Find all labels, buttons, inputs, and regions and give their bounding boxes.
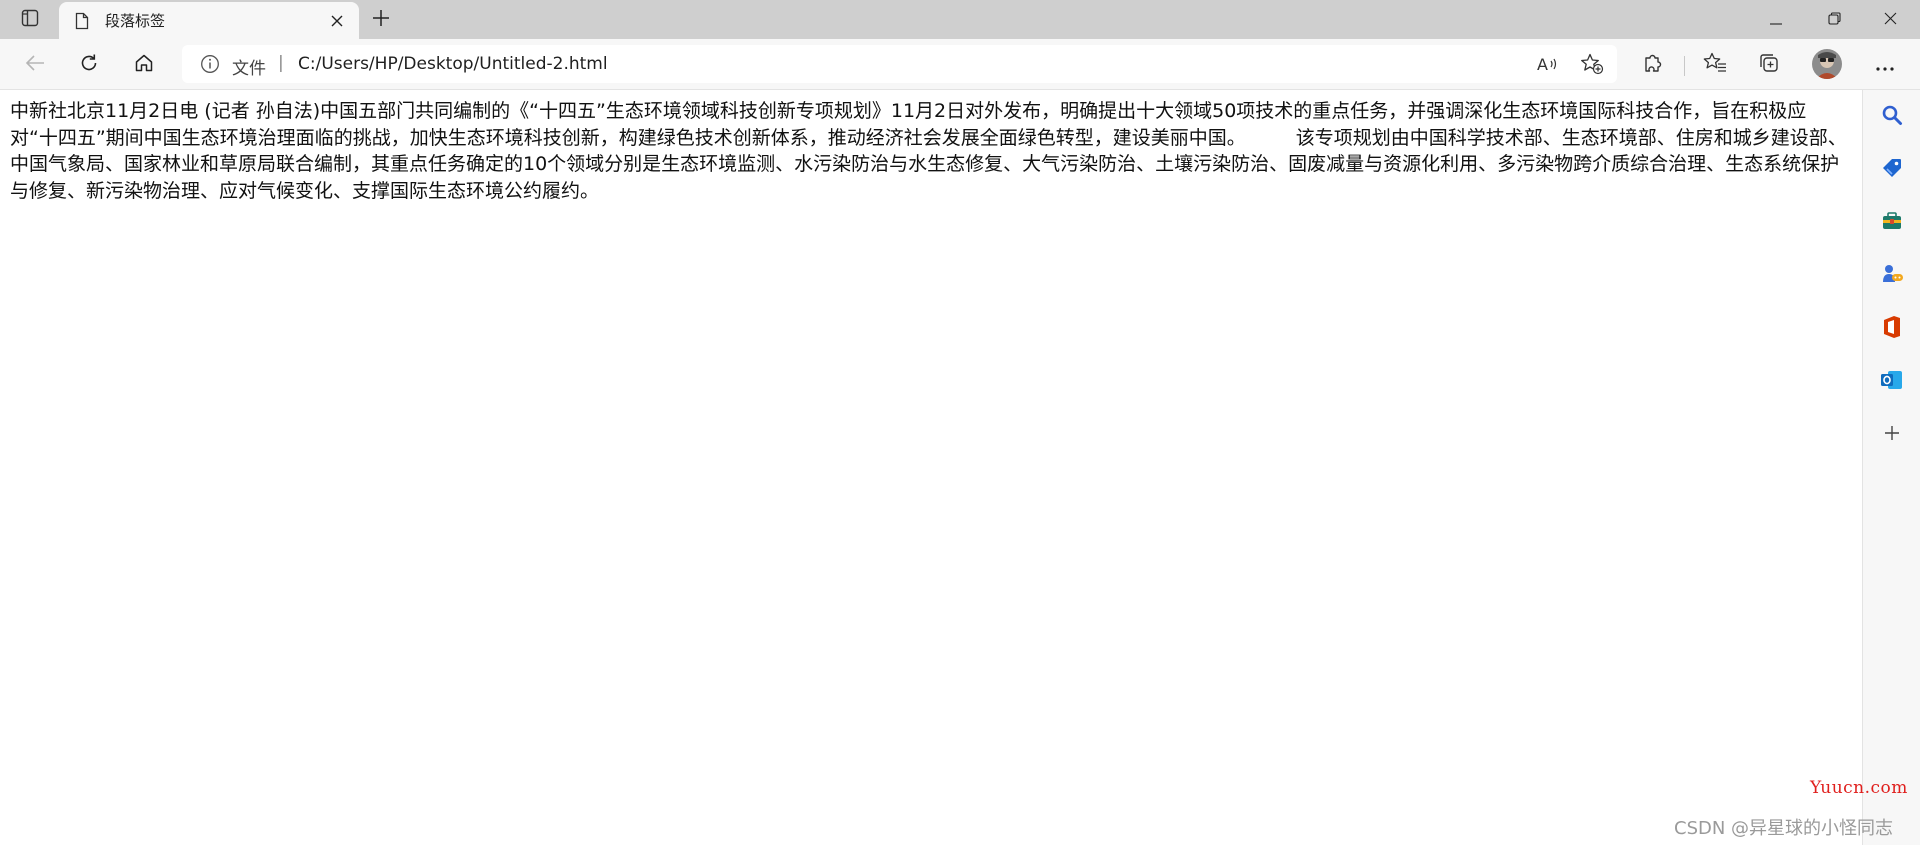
extensions-button[interactable]: [1636, 48, 1670, 82]
minimize-button[interactable]: [1748, 0, 1804, 39]
add-favorite-icon[interactable]: [1578, 51, 1606, 77]
paragraph: 中新社北京11月2日电 (记者 孙自法)中国五部门共同编制的《“十四五”生态环境…: [10, 98, 1854, 204]
edge-sidebar: [1862, 90, 1920, 845]
close-icon: [1884, 10, 1897, 29]
close-window-button[interactable]: [1862, 0, 1918, 39]
sidebar-games-button[interactable]: [1875, 259, 1909, 293]
home-icon: [134, 53, 154, 77]
browser-toolbar: 文件 | C:/Users/HP/Desktop/Untitled-2.html…: [0, 39, 1920, 90]
shopping-tag-icon: [1881, 157, 1903, 183]
restore-button[interactable]: [1806, 0, 1862, 39]
sidebar-shopping-button[interactable]: [1875, 153, 1909, 187]
back-button[interactable]: [18, 48, 52, 82]
tab-actions-button[interactable]: [12, 6, 48, 34]
tools-icon: [1881, 210, 1903, 236]
page-content: 中新社北京11月2日电 (记者 孙自法)中国五部门共同编制的《“十四五”生态环境…: [0, 90, 1862, 845]
document-icon: [73, 11, 91, 31]
games-icon: [1880, 263, 1904, 289]
sidebar-tools-button[interactable]: [1875, 206, 1909, 240]
refresh-button[interactable]: [72, 48, 106, 82]
address-bar[interactable]: 文件 | C:/Users/HP/Desktop/Untitled-2.html…: [182, 45, 1617, 83]
collections-icon: [1758, 52, 1780, 78]
address-separator: |: [278, 53, 284, 73]
favorites-button[interactable]: [1698, 48, 1732, 82]
plus-icon: [372, 9, 390, 31]
read-aloud-icon[interactable]: A: [1534, 51, 1562, 77]
more-horizontal-icon: [1876, 56, 1894, 75]
avatar[interactable]: [1812, 49, 1842, 79]
site-watermark: Yuucn.com: [1810, 778, 1908, 798]
refresh-icon: [79, 53, 99, 77]
info-icon[interactable]: [200, 54, 220, 74]
sidebar-add-button[interactable]: [1875, 418, 1909, 452]
url-text[interactable]: C:/Users/HP/Desktop/Untitled-2.html: [298, 54, 608, 74]
sidebar-office-button[interactable]: [1875, 312, 1909, 346]
restore-icon: [1827, 10, 1841, 29]
collections-button[interactable]: [1752, 48, 1786, 82]
toolbar-divider: [1684, 56, 1685, 76]
new-tab-button[interactable]: [367, 6, 395, 34]
outlook-icon: [1880, 369, 1904, 395]
sidebar-search-button[interactable]: [1875, 100, 1909, 134]
tab-actions-icon: [21, 9, 39, 31]
file-scheme-label: 文件: [232, 59, 266, 79]
tab-strip: 段落标签: [0, 0, 1920, 39]
author-watermark: CSDN @异星球的小怪同志: [1674, 818, 1894, 839]
office-icon: [1882, 315, 1902, 343]
sidebar-outlook-button[interactable]: [1875, 365, 1909, 399]
settings-more-button[interactable]: [1868, 48, 1902, 82]
minimize-icon: [1770, 10, 1782, 29]
svg-text:A: A: [1537, 55, 1548, 74]
tab-title: 段落标签: [105, 12, 166, 30]
close-tab-icon[interactable]: [323, 7, 351, 35]
home-button[interactable]: [127, 48, 161, 82]
active-tab[interactable]: 段落标签: [59, 2, 359, 39]
back-arrow-icon: [25, 54, 45, 76]
search-icon: [1881, 104, 1903, 130]
favorites-icon: [1703, 52, 1727, 78]
add-icon: [1884, 425, 1900, 445]
puzzle-icon: [1642, 52, 1664, 78]
